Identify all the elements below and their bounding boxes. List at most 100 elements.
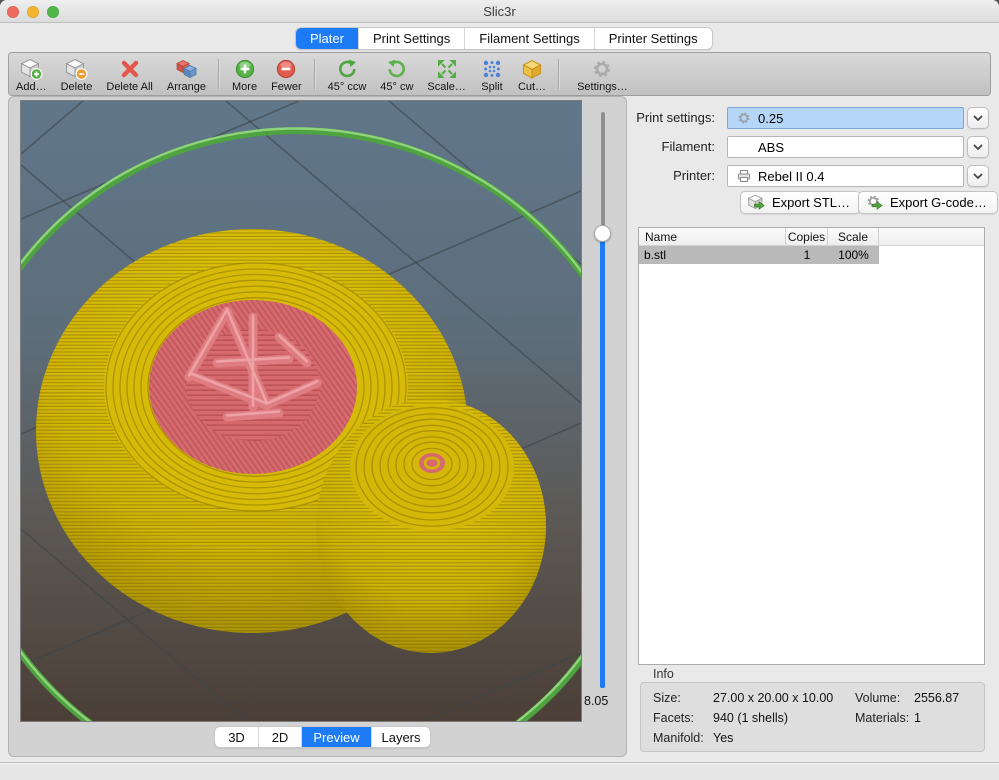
scale-button[interactable]: Scale…	[420, 56, 473, 93]
column-header-scale: Scale	[828, 228, 879, 245]
printer-value: Rebel II 0.4	[758, 169, 825, 184]
more-icon	[233, 57, 257, 81]
rotate-cw-button[interactable]: 45° cw	[373, 56, 420, 93]
export-stl-icon	[747, 193, 767, 213]
fewer-button-label: Fewer	[271, 81, 302, 93]
preview-3d-canvas[interactable]	[20, 100, 582, 722]
cut-button-label: Cut…	[518, 81, 546, 93]
tab-3d[interactable]: 3D	[215, 727, 259, 747]
objects-table: Name Copies Scale b.stl 1 100%	[638, 227, 985, 665]
more-button[interactable]: More	[225, 56, 264, 93]
layer-slider-track-filled	[600, 234, 605, 688]
info-section-title: Info	[653, 667, 674, 681]
app-window: Slic3r Plater Print Settings Filament Se…	[0, 0, 999, 780]
export-gcode-button[interactable]: Export G-code…	[858, 191, 998, 214]
objects-table-header: Name Copies Scale	[639, 228, 984, 246]
scale-button-label: Scale…	[427, 81, 466, 93]
rotate-ccw-button[interactable]: 45° ccw	[321, 56, 374, 93]
rotate-cw-button-label: 45° cw	[380, 81, 413, 93]
export-gcode-icon	[865, 193, 885, 213]
filament-value: ABS	[758, 140, 784, 155]
split-button[interactable]: Split	[473, 56, 511, 93]
split-button-label: Split	[481, 81, 502, 93]
rotate-ccw-button-label: 45° ccw	[328, 81, 367, 93]
tab-layers[interactable]: Layers	[372, 727, 430, 747]
facets-label: Facets:	[653, 711, 694, 725]
cell-scale: 100%	[828, 248, 879, 262]
settings-gear-icon	[590, 57, 614, 81]
materials-value: 1	[914, 711, 921, 725]
arrange-button-label: Arrange	[167, 81, 206, 93]
fewer-button[interactable]: Fewer	[264, 56, 309, 93]
fewer-icon	[274, 57, 298, 81]
icon-spacer	[736, 139, 754, 155]
rotate-ccw-icon	[335, 57, 359, 81]
table-row[interactable]: b.stl 1 100%	[639, 246, 879, 264]
cell-copies: 1	[786, 248, 828, 262]
print-settings-label: Print settings:	[605, 110, 715, 125]
print-settings-select[interactable]: 0.25	[727, 107, 964, 129]
cut-button[interactable]: Cut…	[511, 56, 553, 93]
model-small-dome	[316, 399, 546, 653]
cut-icon	[520, 57, 544, 81]
delete-box-icon	[64, 57, 88, 81]
export-stl-button[interactable]: Export STL…	[740, 191, 861, 214]
manifold-value: Yes	[713, 731, 733, 745]
manifold-label: Manifold:	[653, 731, 704, 745]
tab-plater[interactable]: Plater	[296, 28, 359, 49]
arrange-button[interactable]: Arrange	[160, 56, 213, 93]
column-header-copies: Copies	[786, 228, 828, 245]
tab-printer-settings[interactable]: Printer Settings	[595, 28, 712, 49]
delete-all-icon	[118, 57, 142, 81]
chevron-down-icon	[971, 169, 985, 183]
print-settings-dropdown-button[interactable]	[967, 107, 989, 129]
tab-2d[interactable]: 2D	[259, 727, 302, 747]
volume-label: Volume:	[855, 691, 900, 705]
view-mode-tab-bar: 3D 2D Preview Layers	[214, 726, 431, 748]
main-tab-bar: Plater Print Settings Filament Settings …	[295, 27, 713, 50]
volume-value: 2556.87	[914, 691, 959, 705]
tab-filament-settings[interactable]: Filament Settings	[465, 28, 594, 49]
filament-label: Filament:	[605, 139, 715, 154]
more-button-label: More	[232, 81, 257, 93]
size-value: 27.00 x 20.00 x 10.00	[713, 691, 833, 705]
tab-print-settings[interactable]: Print Settings	[359, 28, 465, 49]
layer-slider-value: 8.05	[584, 694, 628, 708]
settings-button-label: Settings…	[577, 81, 628, 93]
toolbar-separator	[314, 59, 316, 89]
add-button[interactable]: Add…	[9, 56, 54, 93]
filament-dropdown-button[interactable]	[967, 136, 989, 158]
split-icon	[480, 57, 504, 81]
statusbar	[0, 764, 999, 780]
scale-icon	[435, 57, 459, 81]
gear-icon	[736, 110, 754, 126]
size-label: Size:	[653, 691, 681, 705]
toolbar-separator	[218, 59, 220, 89]
chevron-down-icon	[971, 140, 985, 154]
delete-all-button[interactable]: Delete All	[99, 56, 159, 93]
delete-button[interactable]: Delete	[54, 56, 100, 93]
arrange-icon	[174, 57, 198, 81]
cell-name: b.stl	[639, 248, 786, 262]
delete-all-button-label: Delete All	[106, 81, 152, 93]
printer-select[interactable]: Rebel II 0.4	[727, 165, 964, 187]
export-gcode-label: Export G-code…	[890, 195, 987, 210]
export-stl-label: Export STL…	[772, 195, 850, 210]
facets-value: 940 (1 shells)	[713, 711, 788, 725]
rotate-cw-icon	[385, 57, 409, 81]
settings-button[interactable]: Settings…	[565, 56, 635, 93]
materials-label: Materials:	[855, 711, 909, 725]
layer-slider-thumb[interactable]	[594, 225, 611, 242]
tab-preview[interactable]: Preview	[302, 727, 372, 747]
toolbar: Add… Delete Delete All	[8, 52, 991, 96]
column-header-filler	[879, 228, 984, 245]
chevron-down-icon	[971, 111, 985, 125]
column-header-name: Name	[639, 228, 786, 245]
add-button-label: Add…	[16, 81, 47, 93]
titlebar: Slic3r	[0, 0, 999, 23]
filament-select[interactable]: ABS	[727, 136, 964, 158]
window-title: Slic3r	[0, 4, 999, 19]
info-panel: Size: 27.00 x 20.00 x 10.00 Volume: 2556…	[640, 682, 985, 752]
printer-dropdown-button[interactable]	[967, 165, 989, 187]
toolbar-separator	[558, 59, 560, 89]
